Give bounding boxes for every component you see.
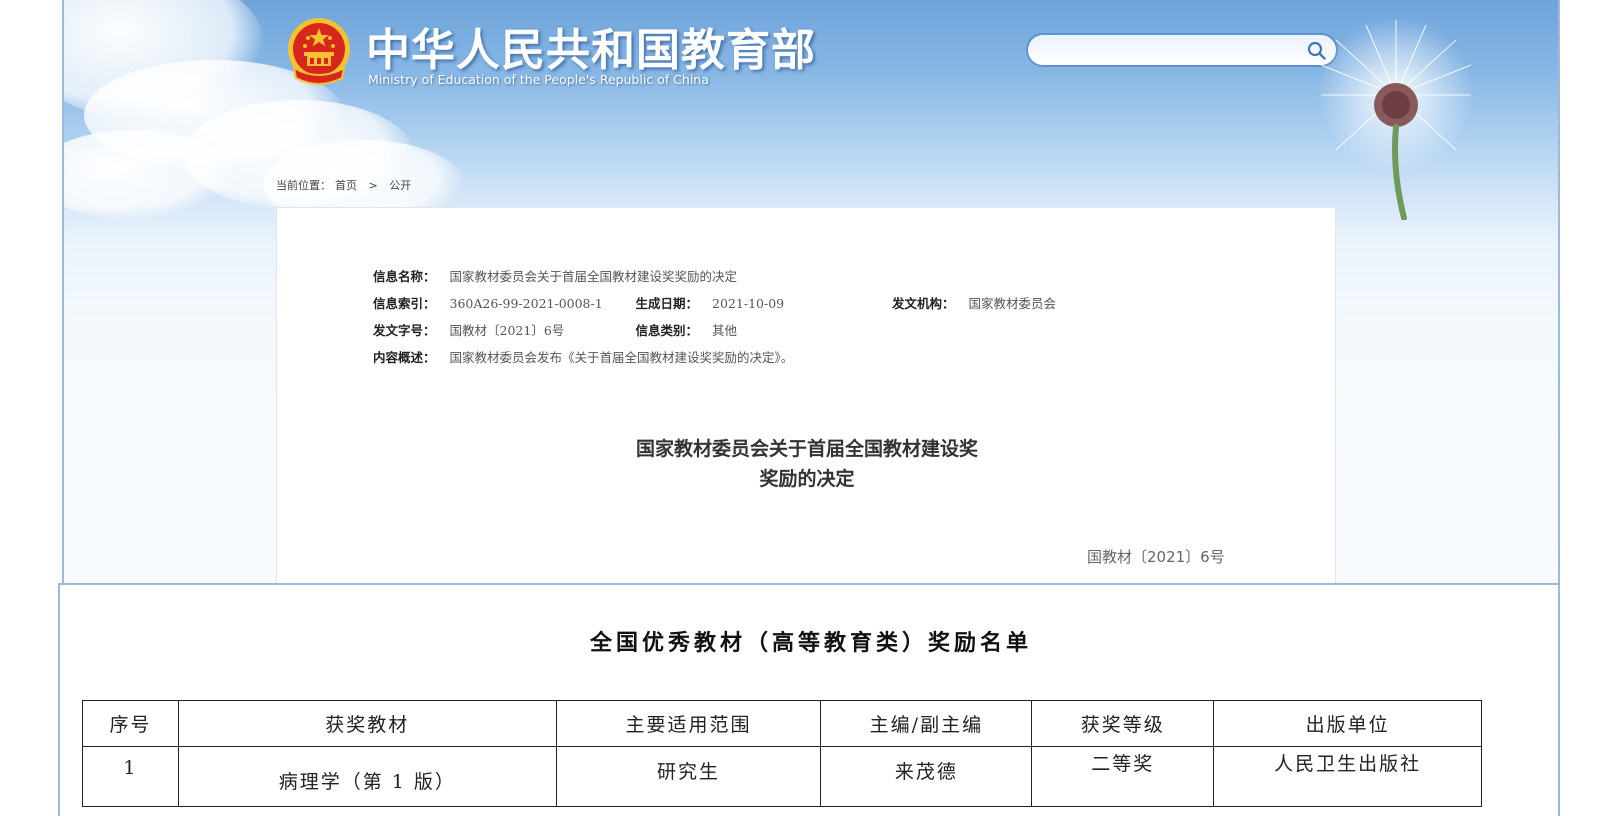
site-title: 中华人民共和国教育部 (366, 25, 816, 76)
breadcrumb-prefix: 当前位置： (276, 179, 331, 192)
meta-date-value: 2021-10-09 (712, 296, 785, 311)
meta-index-label: 信息索引： (373, 296, 436, 311)
breadcrumb: 当前位置： 首页 > 公开 (276, 177, 411, 193)
ministry-page-header-screenshot: 中华人民共和国教育部 Ministry of Education of the … (62, 0, 1560, 600)
cell-scope: 研究生 (555, 746, 822, 807)
meta-org-value: 国家教材委员会 (968, 296, 1057, 311)
column-header-publisher: 出版单位 (1213, 700, 1482, 747)
document-card: 信息名称： 国家教材委员会关于首届全国教材建设奖奖励的决定 信息索引： 360A26… (276, 207, 1336, 600)
search-input[interactable] (1042, 41, 1292, 59)
cell-publisher: 人民卫生出版社 (1213, 746, 1482, 807)
meta-row-summary: 内容概述： 国家教材委员会发布《关于首届全国教材建设奖奖励的决定》。 (373, 347, 793, 366)
cell-textbook: 病理学（第 1 版） (177, 746, 557, 807)
site-subtitle: Ministry of Education of the People's Re… (368, 72, 709, 87)
breadcrumb-separator: > (368, 179, 378, 192)
meta-name-label: 信息名称： (373, 269, 436, 284)
meta-name-value: 国家教材委员会关于首届全国教材建设奖奖励的决定 (449, 269, 738, 284)
meta-row-docno: 发文字号： 国教材〔2021〕6号 信息类别： 其他 (373, 320, 737, 339)
column-header-textbook: 获奖教材 (177, 700, 557, 747)
meta-date-label: 生成日期： (635, 296, 699, 311)
column-header-index: 序号 (82, 700, 179, 747)
column-header-award-level: 获奖等级 (1031, 700, 1215, 747)
table-row: 1 病理学（第 1 版） 研究生 来茂德 二等奖 人民卫生出版社 (82, 746, 1482, 807)
table-header-row: 序号 获奖教材 主要适用范围 主编/副主编 获奖等级 出版单位 (82, 700, 1482, 747)
breadcrumb-current-link[interactable]: 公开 (389, 179, 411, 192)
document-heading-line2: 奖励的决定 (759, 468, 855, 490)
meta-row-index: 信息索引： 360A26-99-2021-0008-1 生成日期： 2021-10-0… (373, 293, 1056, 312)
award-list-screenshot: 全国优秀教材（高等教育类）奖励名单 序号 获奖教材 主要适用范围 主编/副主编 … (58, 583, 1560, 816)
breadcrumb-home-link[interactable]: 首页 (335, 179, 357, 192)
column-header-scope: 主要适用范围 (555, 700, 822, 747)
search-bar[interactable] (1026, 33, 1338, 67)
national-emblem-icon (288, 18, 350, 85)
cell-editor: 来茂德 (820, 746, 1033, 807)
document-heading-line1: 国家教材委员会关于首届全国教材建设奖 (635, 438, 978, 460)
meta-row-name: 信息名称： 国家教材委员会关于首届全国教材建设奖奖励的决定 (373, 266, 737, 285)
meta-index-value: 360A26-99-2021-0008-1 (449, 296, 603, 311)
award-table: 序号 获奖教材 主要适用范围 主编/副主编 获奖等级 出版单位 1 病理学（第 … (82, 700, 1482, 807)
cell-index: 1 (82, 746, 179, 807)
document-heading: 国家教材委员会关于首届全国教材建设奖 奖励的决定 (277, 434, 1337, 494)
meta-docno-value: 国教材〔2021〕6号 (449, 323, 565, 338)
column-header-editor: 主编/副主编 (820, 700, 1033, 747)
dandelion-decoration-icon (1318, 17, 1474, 220)
cell-award-level: 二等奖 (1031, 746, 1215, 807)
meta-summary-label: 内容概述： (373, 350, 436, 365)
meta-category-label: 信息类别： (635, 323, 699, 338)
meta-category-value: 其他 (712, 323, 738, 338)
meta-org-label: 发文机构： (892, 296, 955, 311)
meta-docno-label: 发文字号： (373, 323, 436, 338)
document-number: 国教材〔2021〕6号 (1087, 548, 1225, 566)
award-list-title: 全国优秀教材（高等教育类）奖励名单 (589, 630, 1032, 656)
meta-summary-value: 国家教材委员会发布《关于首届全国教材建设奖奖励的决定》。 (449, 350, 794, 365)
